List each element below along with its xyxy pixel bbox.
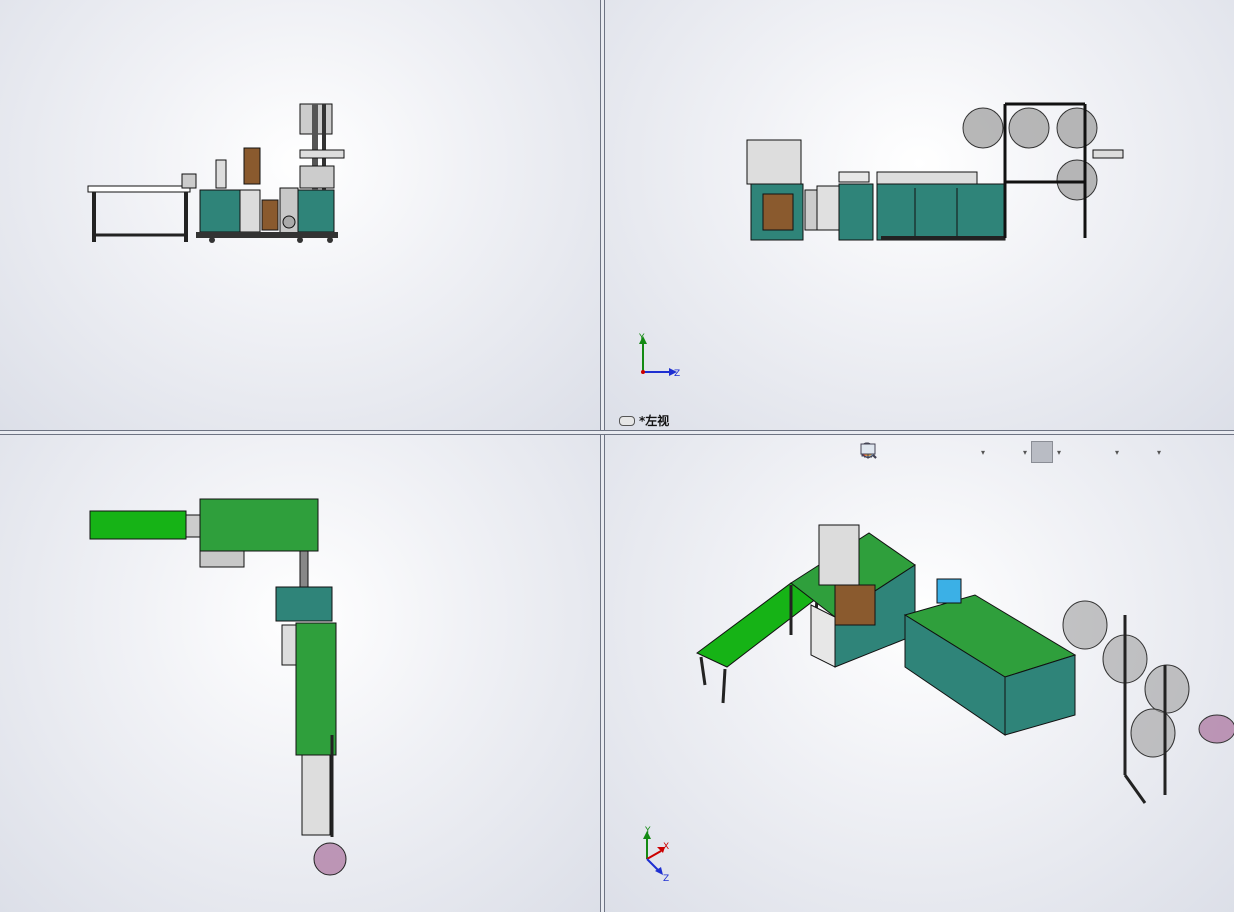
link-views-icon[interactable] — [619, 415, 635, 426]
viewport-top[interactable] — [0, 435, 600, 912]
vertical-split-bar[interactable] — [600, 0, 605, 912]
coordinate-triad: Y Z — [638, 333, 680, 379]
triad-z-label: Z — [663, 874, 669, 884]
viewport-left[interactable]: Y Z *左视 — [605, 0, 1234, 430]
machine-top-drawing — [89, 498, 347, 876]
triad-x-label: X — [663, 842, 669, 852]
machine-front-drawing — [87, 103, 345, 243]
viewport-front[interactable] — [0, 0, 600, 430]
horizontal-split-bar[interactable] — [0, 430, 1234, 435]
triad-y-label: Y — [644, 826, 651, 836]
view-name-label: *左视 — [619, 412, 669, 429]
view-name-text: *左视 — [639, 414, 670, 428]
coordinate-triad: Y X Z — [643, 826, 669, 884]
viewport-isometric[interactable]: ▾ ▾ ▾ ▾ ▾ Y X Z — [605, 435, 1234, 912]
triad-z-label: Z — [674, 369, 680, 379]
triad-y-label: Y — [638, 333, 645, 343]
